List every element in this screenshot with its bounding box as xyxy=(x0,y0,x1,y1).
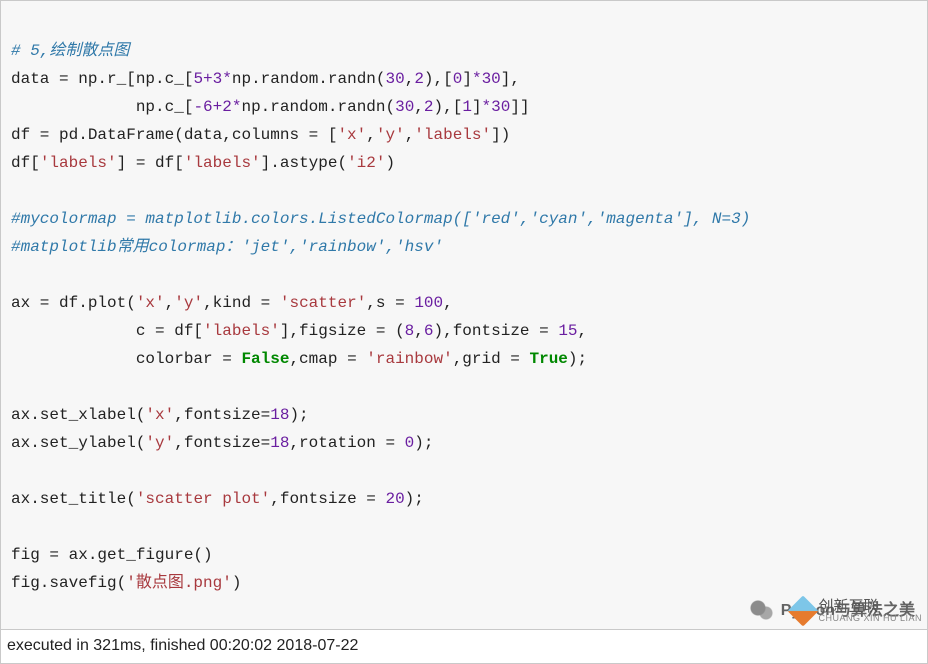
code-line-12: colorbar = False,cmap = 'rainbow',grid =… xyxy=(11,350,587,368)
code-line-19: fig = ax.get_figure() xyxy=(11,546,213,564)
code-line-17: ax.set_title('scatter plot',fontsize = 2… xyxy=(11,490,424,508)
wechat-watermark: Python与算法之美 xyxy=(749,597,915,625)
code-line-15: ax.set_ylabel('y',fontsize=18,rotation =… xyxy=(11,434,433,452)
wechat-icon xyxy=(749,600,775,622)
code-line-20: fig.savefig('散点图.png') xyxy=(11,574,241,592)
comment-line-8: #matplotlib常用colormap：'jet','rainbow','h… xyxy=(11,238,443,256)
code-line-5: df['labels'] = df['labels'].astype('i2') xyxy=(11,154,395,172)
code-line-10: ax = df.plot('x','y',kind = 'scatter',s … xyxy=(11,294,453,312)
comment-line-7: #mycolormap = matplotlib.colors.ListedCo… xyxy=(11,210,750,228)
code-line-11: c = df['labels'],figsize = (8,6),fontsiz… xyxy=(11,322,587,340)
code-line-4: df = pd.DataFrame(data,columns = ['x','y… xyxy=(11,126,510,144)
watermark-text: Python与算法之美 xyxy=(781,597,915,625)
code-cell: # 5,绘制散点图 data = np.r_[np.c_[5+3*np.rand… xyxy=(0,0,928,630)
code-line-14: ax.set_xlabel('x',fontsize=18); xyxy=(11,406,309,424)
execution-status: executed in 321ms, finished 00:20:02 201… xyxy=(0,630,928,664)
code-line-3: np.c_[-6+2*np.random.randn(30,2),[1]*30]… xyxy=(11,98,530,116)
code-line-2: data = np.r_[np.c_[5+3*np.random.randn(3… xyxy=(11,70,520,88)
comment-line-1: # 5,绘制散点图 xyxy=(11,42,129,60)
